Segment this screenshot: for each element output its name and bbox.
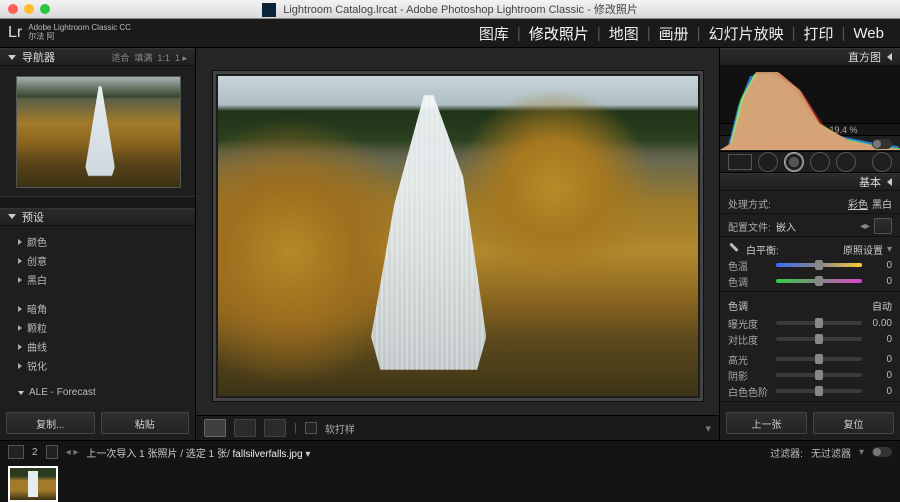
redeye-tool-icon[interactable] — [784, 152, 804, 172]
preset-group[interactable]: 暗角 — [18, 299, 195, 318]
soft-proof-checkbox[interactable] — [305, 422, 317, 434]
treatment-color[interactable]: 彩色 — [848, 196, 868, 211]
preset-group[interactable]: 颜色 — [18, 232, 195, 251]
navigator-image[interactable] — [16, 76, 181, 188]
mac-titlebar: Lightroom Catalog.lrcat - Adobe Photosho… — [0, 0, 900, 19]
preset-group[interactable]: 创意 — [18, 251, 195, 270]
filmstrip-thumbnail[interactable] — [8, 466, 58, 502]
highlights-slider[interactable] — [776, 357, 862, 361]
toolbar-menu-icon[interactable]: ▾ — [705, 422, 711, 435]
brush-tool-icon[interactable] — [872, 152, 892, 172]
disclosure-left-icon — [887, 178, 892, 186]
module-map[interactable]: 地图 — [601, 23, 647, 44]
auto-tone-button[interactable]: 自动 — [872, 298, 892, 313]
lr-logo-icon: Lr — [8, 24, 22, 42]
module-develop[interactable]: 修改照片 — [521, 23, 597, 44]
filmstrip: 2 ◂ ▸ 上一次导入 1 张照片 / 选定 1 张/ fallsilverfa… — [0, 440, 900, 502]
presets-header[interactable]: 预设 — [0, 208, 195, 226]
before-after-lr-button[interactable] — [234, 419, 256, 437]
right-panel: 直方图 R 19.3 G 21.7 B 19.4 % ▢原始照片 — [719, 48, 900, 440]
shadows-slider[interactable] — [776, 373, 862, 377]
preset-group[interactable]: 颗粒 — [18, 318, 195, 337]
center-toolbar: | 软打样 ▾ — [196, 415, 719, 440]
grad-tool-icon[interactable] — [810, 152, 830, 172]
tone-section: 色调 自动 曝光度0.00 对比度0 高光0 阴影0 白色色阶0 — [720, 292, 900, 402]
navigator-header[interactable]: 导航器 适合 填满 1:1 1 ▸ — [0, 48, 195, 66]
previous-button[interactable]: 上一张 — [726, 412, 807, 434]
tint-slider[interactable] — [776, 279, 862, 283]
module-slideshow[interactable]: 幻灯片放映 — [701, 23, 792, 44]
center-panel: | 软打样 ▾ — [196, 48, 719, 440]
grid-icon[interactable] — [46, 445, 58, 459]
right-buttons: 上一张 复位 — [720, 406, 900, 440]
navigator-preview[interactable] — [0, 66, 195, 196]
histogram-title: 直方图 — [848, 49, 881, 65]
crop-tool-icon[interactable] — [728, 154, 752, 170]
filter-toggle[interactable] — [872, 447, 892, 457]
whites-slider[interactable] — [776, 389, 862, 393]
breadcrumb[interactable]: 上一次导入 1 张照片 / 选定 1 张/ fallsilverfalls.jp… — [86, 445, 310, 460]
wb-dropper-icon[interactable] — [725, 239, 745, 259]
basic-header[interactable]: 基本 — [720, 173, 900, 191]
contrast-slider[interactable] — [776, 337, 862, 341]
soft-proof-label: 软打样 — [325, 421, 355, 436]
before-after-tb-button[interactable] — [264, 419, 286, 437]
disclosure-left-icon — [887, 53, 892, 61]
preset-group[interactable]: 曲线 — [18, 337, 195, 356]
profile-row: 配置文件: 嵌入 ◂▸ — [720, 214, 900, 237]
paste-settings-button[interactable]: 粘贴 — [101, 412, 190, 434]
identity-plate-name: 尔法 阿 — [28, 33, 131, 42]
original-toggle[interactable] — [872, 139, 892, 149]
module-book[interactable]: 画册 — [651, 23, 697, 44]
preset-group[interactable]: 黑白 — [18, 270, 195, 289]
window-title: Lightroom Catalog.lrcat - Adobe Photosho… — [0, 1, 900, 17]
temp-slider[interactable] — [776, 263, 862, 267]
radial-tool-icon[interactable] — [836, 152, 856, 172]
left-scroll-gap — [0, 196, 195, 207]
module-picker: 图库| 修改照片| 地图| 画册| 幻灯片放映| 打印| Web — [471, 23, 892, 44]
preset-group[interactable]: 锐化 — [18, 356, 195, 375]
second-window-index: 2 — [32, 447, 38, 458]
copy-settings-button[interactable]: 复制... — [6, 412, 95, 434]
tool-strip — [720, 152, 900, 173]
left-buttons: 复制... 粘贴 — [0, 406, 195, 440]
filmstrip-header: 2 ◂ ▸ 上一次导入 1 张照片 / 选定 1 张/ fallsilverfa… — [8, 444, 892, 460]
workspace: 导航器 适合 填满 1:1 1 ▸ 预设 颜色 创意 黑白 暗角 颗粒 曲线 锐… — [0, 48, 900, 440]
white-balance-section: 白平衡: 原照设置 ▾ 色温 0 色调 0 — [720, 237, 900, 292]
profile-browser-button[interactable] — [874, 218, 892, 234]
filter-label: 过滤器: — [770, 445, 803, 460]
treatment-bw[interactable]: 黑白 — [872, 196, 892, 211]
spot-tool-icon[interactable] — [758, 152, 778, 172]
histogram[interactable] — [720, 66, 900, 124]
preset-list: 颜色 创意 黑白 暗角 颗粒 曲线 锐化 ALE - Forecast — [0, 226, 195, 406]
preset-user-group[interactable]: ALE - Forecast — [18, 385, 195, 400]
loupe-view-button[interactable] — [204, 419, 226, 437]
histogram-header[interactable]: 直方图 — [720, 48, 900, 66]
main-photo[interactable] — [218, 76, 698, 396]
wb-preset[interactable]: 原照设置 — [843, 242, 883, 257]
filter-value[interactable]: 无过滤器 — [811, 445, 851, 460]
app-identity: Lr Adobe Lightroom Classic CC 尔法 阿 — [8, 24, 131, 42]
lightroom-doc-icon — [262, 3, 276, 17]
treatment-row: 处理方式: 彩色 黑白 — [720, 191, 900, 214]
profile-value[interactable]: 嵌入 — [776, 219, 796, 234]
navigator-zoom-options[interactable]: 适合 填满 1:1 1 ▸ — [111, 51, 187, 64]
navigator-title: 导航器 — [22, 49, 55, 65]
exposure-slider[interactable] — [776, 321, 862, 325]
disclosure-down-icon — [8, 55, 16, 60]
module-print[interactable]: 打印 — [796, 23, 842, 44]
app-header: Lr Adobe Lightroom Classic CC 尔法 阿 图库| 修… — [0, 19, 900, 48]
left-panel: 导航器 适合 填满 1:1 1 ▸ 预设 颜色 创意 黑白 暗角 颗粒 曲线 锐… — [0, 48, 196, 440]
module-web[interactable]: Web — [845, 25, 892, 42]
presets-title: 预设 — [22, 209, 44, 225]
photo-frame — [213, 71, 703, 401]
reset-button[interactable]: 复位 — [813, 412, 894, 434]
module-library[interactable]: 图库 — [471, 23, 517, 44]
second-window-button[interactable] — [8, 445, 24, 459]
disclosure-down-icon — [8, 214, 16, 219]
loupe-area[interactable] — [196, 48, 719, 415]
